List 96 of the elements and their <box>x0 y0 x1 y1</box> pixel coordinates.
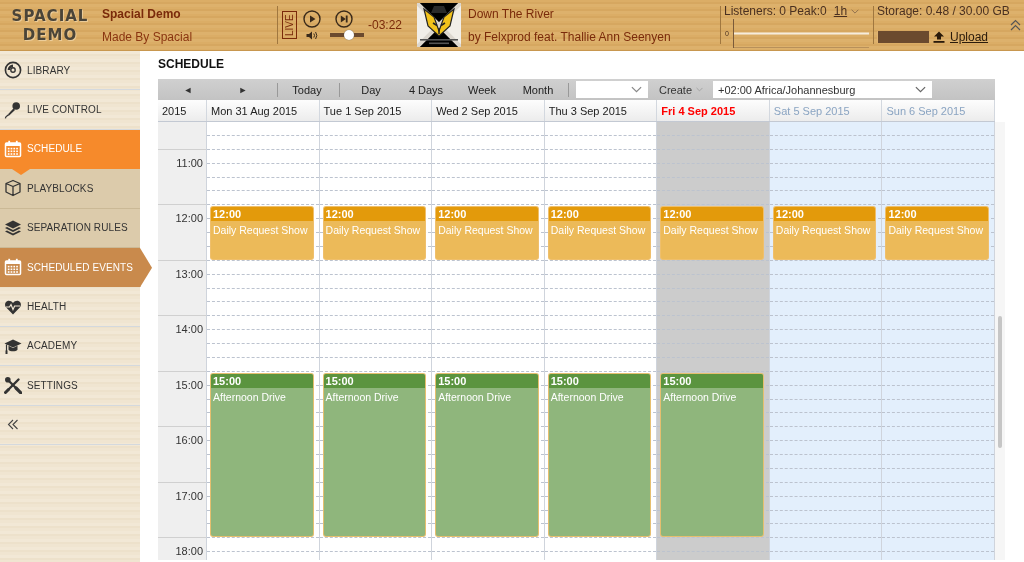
event-title: Daily Request Show <box>437 223 534 237</box>
event-block[interactable]: 15:00 Afternoon Drive <box>322 372 427 538</box>
event-title: Afternoon Drive <box>324 389 400 403</box>
day-header: Tue 1 Sep 2015 <box>319 100 433 121</box>
event-time: 12:00 <box>211 207 313 222</box>
station-name: Spacial Demo <box>102 7 182 21</box>
time-label: 11:00 <box>176 156 203 169</box>
day-header: Sat 5 Sep 2015 <box>769 100 883 121</box>
event-title: Daily Request Show <box>549 223 647 237</box>
time-label: 14:00 <box>175 323 203 336</box>
event-title: Afternoon Drive <box>549 389 625 403</box>
tools-icon <box>4 376 22 395</box>
event-time: 12:00 <box>323 207 426 222</box>
event-title: Daily Request Show <box>324 223 422 237</box>
day-header: Sun 6 Sep 2015 <box>882 100 995 121</box>
day-header: Thu 3 Sep 2015 <box>544 100 658 121</box>
event-time: 12:00 <box>773 207 876 222</box>
view-button[interactable]: Week <box>452 80 512 99</box>
play-button[interactable] <box>303 10 321 28</box>
event-time: 15:00 <box>548 373 651 388</box>
day-header: Mon 31 Aug 2015 <box>207 100 320 121</box>
logo-text: SPACIAL <box>11 7 89 24</box>
skip-next-icon <box>335 10 353 28</box>
event-time: 15:00 <box>323 373 426 388</box>
view-button[interactable]: Day <box>342 80 400 99</box>
event-time: 12:00 <box>661 207 763 222</box>
chevron-down-icon <box>851 8 860 14</box>
event-time: 12:00 <box>548 207 651 222</box>
track-artist: by Felxprod feat. Thallie Ann Seenyen <box>468 30 672 44</box>
create-button[interactable]: Create <box>655 80 707 99</box>
event-title: Daily Request Show <box>887 223 984 237</box>
sidebar-item[interactable]: LIBRARY <box>0 51 140 91</box>
layers-icon <box>4 218 22 237</box>
event-title: Afternoon Drive <box>212 389 287 403</box>
volume-icon <box>306 30 318 40</box>
event-block[interactable]: 15:00 Afternoon Drive <box>660 372 764 538</box>
upload-link[interactable]: Upload <box>933 30 989 44</box>
event-title: Daily Request Show <box>212 223 309 237</box>
day-header: Wed 2 Sep 2015 <box>432 100 545 121</box>
disc-icon <box>4 61 22 80</box>
double-chevron-left-icon <box>7 419 19 431</box>
microphone-icon <box>4 100 22 119</box>
range-dropdown[interactable]: 1h <box>833 4 860 18</box>
play-icon <box>303 10 321 28</box>
sidebar-subitem[interactable]: PLAYBLOCKS <box>0 169 140 209</box>
album-art <box>417 3 461 47</box>
event-time: 12:00 <box>886 207 988 222</box>
event-time: 15:00 <box>436 373 538 388</box>
event-block[interactable]: 15:00 Afternoon Drive <box>435 372 539 538</box>
day-header: Fri 4 Sep 2015 <box>657 100 770 121</box>
today-button[interactable]: Today <box>284 80 330 99</box>
event-title: Daily Request Show <box>662 223 759 237</box>
event-title: Afternoon Drive <box>437 389 513 403</box>
time-label: 18:00 <box>175 545 203 558</box>
page-title: SCHEDULE <box>158 57 225 71</box>
listeners-count: Listeners: 0 Peak:0 <box>724 4 827 18</box>
view-button[interactable]: 4 Days <box>400 80 452 99</box>
view-button[interactable]: Month <box>512 80 564 99</box>
double-chevron-up-icon <box>1010 19 1021 31</box>
event-title: Afternoon Drive <box>662 389 738 403</box>
sidebar-item[interactable]: SETTINGS <box>0 366 140 406</box>
logo-text: DEMO <box>22 26 78 43</box>
skip-button[interactable] <box>335 10 353 28</box>
time-label: 17:00 <box>175 489 203 502</box>
event-block[interactable]: 15:00 Afternoon Drive <box>210 372 314 538</box>
sidebar-item[interactable]: ACADEMY <box>0 326 140 367</box>
sidebar-item[interactable]: LIVE CONTROL <box>0 90 140 130</box>
live-button[interactable]: LIVE <box>282 11 297 39</box>
event-time: 15:00 <box>211 373 313 388</box>
station-subtitle: Made By Spacial <box>102 30 194 44</box>
timezone-select[interactable]: +02:00 Africa/Johannesburg <box>713 81 932 98</box>
event-time: 12:00 <box>436 207 538 222</box>
event-block[interactable]: 15:00 Afternoon Drive <box>547 372 652 538</box>
calendar-icon <box>4 139 22 158</box>
previous-button[interactable]: ◄ <box>160 80 216 99</box>
volume-thumb[interactable] <box>344 30 355 40</box>
time-label: 12:00 <box>175 212 203 225</box>
collapse-header-button[interactable] <box>1010 19 1021 31</box>
time-remaining: -03:22 <box>368 18 403 32</box>
sidebar-item[interactable]: HEALTH <box>0 287 140 327</box>
year-label: 2015 <box>158 100 207 121</box>
track-title: Down The River <box>468 7 555 21</box>
chevron-down-icon <box>631 86 642 93</box>
upload-icon <box>933 31 945 43</box>
time-label: 16:00 <box>175 434 203 447</box>
event-time: 15:00 <box>661 373 763 388</box>
chevron-down-icon <box>915 86 926 93</box>
event-title: Daily Request Show <box>774 223 872 237</box>
sidebar-subitem[interactable]: SEPARATION RULES <box>0 208 140 248</box>
time-label: 15:00 <box>175 378 203 391</box>
chevron-down-icon <box>696 87 703 92</box>
time-label: 13:00 <box>175 267 203 280</box>
calendar-icon <box>4 258 22 277</box>
scrollbar-thumb[interactable] <box>998 316 1002 448</box>
next-button[interactable]: ► <box>216 80 270 99</box>
cube-icon <box>4 179 22 198</box>
